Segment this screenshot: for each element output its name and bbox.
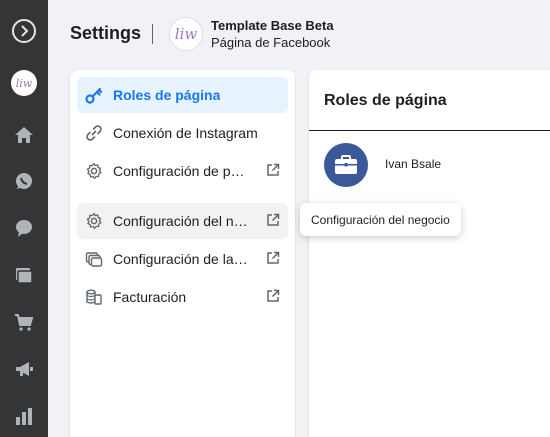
menu-item-instagram-connection[interactable]: Conexión de Instagram [77,115,288,151]
left-rail: liw [0,0,48,437]
external-link-icon[interactable] [266,213,280,227]
panel-divider [309,130,550,131]
settings-menu: Roles de página Conexión de Instagram Co… [70,70,295,437]
page-header: Settings liw Template Base Beta Página d… [48,0,550,68]
rail-home[interactable] [0,115,48,155]
messenger-icon [16,220,32,237]
rail-page-avatar[interactable]: liw [0,63,48,103]
whatsapp-icon [16,173,32,189]
page-subtitle: Página de Facebook [211,35,331,50]
home-icon [15,127,33,143]
arrow-circle-icon [12,19,36,43]
external-link-icon[interactable] [266,163,280,177]
menu-item-account-settings[interactable]: Configuración de la cuenta [77,241,288,277]
menu-item-label: Conexión de Instagram [113,125,258,141]
menu-item-page-settings[interactable]: Configuración de página [77,153,288,189]
menu-item-label: Facturación [113,289,187,305]
page-roles-panel: Roles de página Ivan Bsale [309,70,550,437]
shop-icon [15,314,34,331]
panel-title: Roles de página [324,92,447,109]
accounts-icon [85,252,103,267]
menu-item-billing[interactable]: Facturación [77,279,288,315]
gear-icon [86,162,102,180]
rail-megaphone[interactable] [0,349,48,389]
avatar[interactable] [324,143,368,187]
external-link-icon[interactable] [266,251,280,265]
rail-shop[interactable] [0,302,48,342]
link-icon [86,125,102,141]
rail-messenger[interactable] [0,208,48,248]
tooltip: Configuración del negocio [300,203,461,236]
menu-item-page-roles[interactable]: Roles de página [77,77,288,113]
pages-icon [16,268,33,284]
key-icon [85,87,103,104]
external-link-icon[interactable] [266,289,280,303]
menu-item-label: Configuración de página [113,163,249,179]
menu-item-label: Configuración del negocio [113,213,249,229]
page-avatar-icon: liw [11,70,37,96]
person-name[interactable]: Ivan Bsale [385,157,441,171]
rail-pages[interactable] [0,255,48,295]
rail-arrow-circle[interactable] [0,11,48,51]
page-title: Settings [70,23,142,43]
menu-item-label: Configuración de la cuenta [113,251,249,267]
page-avatar[interactable]: liw [169,17,203,51]
gear-icon [86,212,102,230]
menu-item-label: Roles de página [113,87,221,103]
rail-whatsapp[interactable] [0,161,48,201]
insights-icon [16,408,32,425]
header-divider [152,24,153,44]
billing-icon [86,289,102,305]
rail-insights[interactable] [0,396,48,436]
page-name[interactable]: Template Base Beta [211,18,334,33]
menu-item-business-settings[interactable]: Configuración del negocio [77,203,288,239]
megaphone-icon [16,362,33,376]
briefcase-icon [335,155,357,174]
